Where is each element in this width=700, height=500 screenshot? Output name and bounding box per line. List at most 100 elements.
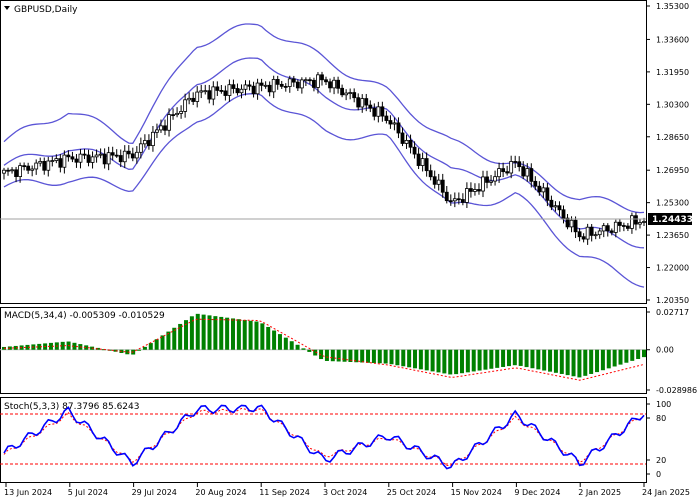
candle-body bbox=[332, 79, 336, 89]
candle-body bbox=[10, 169, 14, 172]
macd-bar bbox=[366, 349, 371, 363]
candle-body bbox=[247, 84, 252, 87]
candle-body bbox=[130, 153, 135, 159]
candle-body bbox=[509, 161, 514, 174]
candle-body bbox=[521, 166, 526, 177]
candle-body bbox=[621, 225, 626, 227]
macd-bar bbox=[137, 349, 142, 351]
candle-body bbox=[98, 153, 103, 156]
candle-body bbox=[26, 165, 31, 171]
macd-bar bbox=[166, 331, 171, 350]
candle-body bbox=[609, 230, 614, 233]
macd-bar bbox=[418, 349, 423, 370]
macd-bar bbox=[624, 349, 629, 363]
macd-bar bbox=[336, 349, 341, 362]
macd-bar bbox=[442, 349, 447, 374]
candle-body bbox=[187, 97, 192, 101]
macd-bar bbox=[642, 349, 646, 358]
macd-bar bbox=[295, 344, 300, 350]
macd-bar bbox=[600, 349, 605, 371]
candle-body bbox=[86, 154, 91, 163]
price-axis-label: 1.20350 bbox=[656, 296, 689, 305]
candle-body bbox=[90, 156, 95, 163]
chart-canvas[interactable]: GBPUSD,Daily 1.35300 1.33600 1.31950 1.3030… bbox=[0, 0, 700, 500]
candle-body bbox=[155, 129, 159, 133]
macd-bar bbox=[154, 339, 159, 350]
symbol-title: GBPUSD,Daily bbox=[14, 5, 78, 15]
macd-bar bbox=[606, 349, 611, 369]
candle-body bbox=[203, 90, 208, 93]
candle-body bbox=[243, 84, 248, 90]
upper-band bbox=[3, 23, 645, 214]
candle-body bbox=[267, 84, 272, 93]
candle-body bbox=[424, 158, 429, 172]
price-axis-label: 1.31950 bbox=[656, 68, 689, 77]
candle-body bbox=[477, 189, 481, 192]
macd-bar bbox=[542, 349, 547, 371]
macd-bar bbox=[260, 323, 265, 350]
candle-body bbox=[147, 140, 151, 147]
candle-body bbox=[569, 219, 574, 228]
candle-body bbox=[581, 236, 586, 240]
macd-bar bbox=[148, 343, 153, 350]
stoch-axis-label: 80 bbox=[656, 414, 666, 423]
candle-body bbox=[412, 146, 417, 155]
candle-body bbox=[625, 225, 630, 229]
macd-axis: 0.02717 0.00 -0.028986 bbox=[646, 308, 697, 395]
candle-body bbox=[473, 189, 477, 192]
candle-body bbox=[316, 74, 320, 88]
macd-bar bbox=[407, 349, 412, 368]
time-axis-label: 3 Oct 2024 bbox=[323, 488, 367, 497]
macd-bar bbox=[518, 349, 523, 366]
macd-bar bbox=[307, 349, 312, 352]
candle-body bbox=[392, 122, 397, 125]
candle-body bbox=[312, 79, 316, 88]
candle-body bbox=[279, 83, 284, 87]
candle-body bbox=[364, 98, 369, 106]
macd-bar bbox=[430, 349, 435, 372]
stoch-axis: 100 80 20 0 bbox=[646, 400, 671, 479]
candle-body bbox=[211, 86, 216, 100]
candle-body bbox=[263, 84, 268, 87]
candle-body bbox=[215, 86, 220, 91]
candle-body bbox=[553, 205, 558, 208]
candle-body bbox=[34, 162, 39, 170]
candle-body bbox=[151, 131, 155, 147]
macd-bar bbox=[283, 337, 288, 350]
macd-bar bbox=[301, 348, 306, 350]
candle-body bbox=[577, 231, 582, 238]
chart-window: GBPUSD,Daily 1.35300 1.33600 1.31950 1.3030… bbox=[0, 0, 700, 500]
time-axis-label: 9 Dec 2024 bbox=[514, 488, 560, 497]
candle-body bbox=[360, 98, 365, 108]
candle-body bbox=[295, 81, 300, 89]
macd-bar bbox=[254, 321, 259, 350]
stoch-title: Stoch(5,3,3) 87.3796 85.6243 bbox=[4, 402, 139, 412]
candle-body bbox=[324, 79, 328, 83]
candle-body bbox=[94, 154, 99, 158]
candle-body bbox=[167, 114, 171, 131]
dropdown-triangle-icon[interactable] bbox=[4, 6, 10, 10]
time-axis-label: 11 Sep 2024 bbox=[259, 488, 310, 497]
macd-bar bbox=[389, 349, 394, 365]
candle-body bbox=[126, 150, 131, 155]
time-axis-label: 2 Jan 2025 bbox=[578, 488, 621, 497]
candle-body bbox=[199, 90, 204, 93]
candle-body bbox=[179, 111, 184, 114]
macd-bar bbox=[277, 334, 282, 350]
candle-body bbox=[291, 78, 296, 83]
candle-body bbox=[416, 153, 421, 166]
candle-body bbox=[537, 185, 542, 193]
time-axis-label: 13 Jun 2024 bbox=[4, 488, 52, 497]
candle-body bbox=[66, 154, 71, 158]
candle-body bbox=[469, 188, 473, 192]
price-axis-label: 1.30300 bbox=[656, 100, 689, 109]
candle-body bbox=[444, 191, 449, 202]
candle-body bbox=[605, 225, 610, 232]
price-axis-label: 1.22000 bbox=[656, 264, 689, 273]
candle-body bbox=[14, 169, 18, 177]
macd-bar bbox=[589, 349, 594, 374]
candle-body bbox=[287, 78, 292, 87]
time-axis-label: 5 Jul 2024 bbox=[68, 488, 108, 497]
candle-body bbox=[175, 112, 179, 116]
candle-body bbox=[549, 199, 554, 208]
